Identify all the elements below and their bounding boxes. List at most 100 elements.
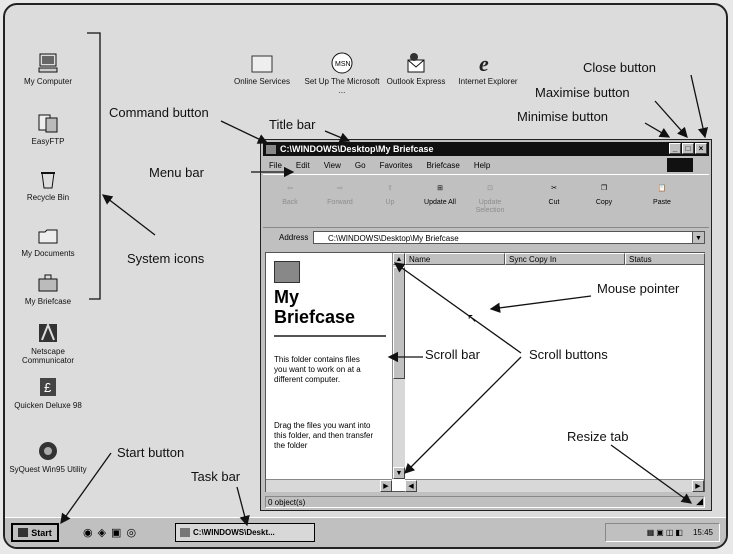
svg-text:£: £	[44, 380, 52, 395]
scroll-left-button[interactable]: ◀	[405, 480, 417, 492]
desktop-icon-my-briefcase[interactable]: My Briefcase	[7, 271, 89, 306]
close-button[interactable]: ×	[695, 143, 707, 154]
desktop-icon-setup-msn[interactable]: MSN Set Up The Microsoft ...	[303, 51, 381, 95]
msn-icon: MSN	[329, 51, 355, 75]
folder-icon	[180, 528, 190, 537]
svg-text:MSN: MSN	[335, 61, 351, 68]
task-bar: Start ◉◈▣◎ C:\WINDOWS\Deskt... ▦▣◫◧ 15:4…	[5, 517, 726, 547]
desktop-icon-label: Recycle Bin	[26, 193, 70, 202]
pane-horizontal-scroll-bar[interactable]: ▶	[266, 479, 392, 492]
annotation-system-icons: System icons	[127, 251, 205, 266]
desktop-icon-label: EasyFTP	[31, 137, 65, 146]
desktop-icon-online-services[interactable]: Online Services	[223, 51, 301, 86]
desktop-icon-label: My Documents	[21, 249, 75, 258]
mouse-pointer-icon: ↖	[467, 311, 478, 325]
vertical-scroll-bar[interactable]: ▲ ▼	[392, 253, 405, 479]
address-input[interactable]: C:\WINDOWS\Desktop\My Briefcase ▼	[313, 231, 705, 244]
recycle-bin-icon	[35, 167, 61, 191]
ftp-icon	[35, 111, 61, 135]
menu-go[interactable]: Go	[355, 161, 366, 170]
forward-button[interactable]: ⇨ Forward	[317, 181, 363, 207]
windows-logo-icon	[667, 158, 693, 172]
back-arrow-icon: ⇦	[287, 185, 293, 192]
copy-icon: ❐	[600, 185, 608, 192]
desktop-icon-label: My Briefcase	[24, 297, 72, 306]
annotation-title-bar: Title bar	[269, 117, 316, 132]
status-bar: 0 object(s) ◢	[265, 496, 705, 508]
address-label: Address	[279, 233, 309, 242]
desktop-icon-internet-explorer[interactable]: e Internet Explorer	[449, 51, 527, 86]
maximise-button[interactable]: □	[682, 143, 694, 154]
scroll-right-button[interactable]: ▶	[380, 480, 392, 492]
briefcase-icon	[274, 261, 300, 283]
annotation-menu-bar: Menu bar	[149, 165, 204, 180]
forward-arrow-icon: ⇨	[337, 185, 343, 192]
title-bar[interactable]: C:\WINDOWS\Desktop\My Briefcase _ □ ×	[263, 142, 709, 156]
windows-logo-icon	[18, 528, 29, 537]
cut-button[interactable]: ✂ Cut	[531, 181, 577, 207]
back-button[interactable]: ⇦ Back	[267, 181, 313, 207]
svg-text:e: e	[479, 52, 489, 74]
folder-icon	[35, 223, 61, 247]
info-pane: My Briefcase This folder contains files …	[266, 253, 392, 479]
column-header-status[interactable]: Status	[625, 253, 705, 265]
scroll-down-button[interactable]: ▼	[393, 467, 405, 479]
desktop-icon-my-documents[interactable]: My Documents	[7, 223, 89, 258]
desktop-icon-my-computer[interactable]: My Computer	[7, 51, 89, 86]
desktop-icon-label: Netscape Communicator	[21, 347, 74, 365]
toolbar: ⇦ Back ⇨ Forward ⇧ Up ⊞ Update All ⊡ Update S…	[263, 174, 709, 228]
annotation-close-button: Close button	[583, 60, 656, 75]
menu-help[interactable]: Help	[474, 161, 490, 170]
annotation-task-bar: Task bar	[191, 469, 241, 484]
desktop-icon-easyftp[interactable]: EasyFTP	[7, 111, 89, 146]
scroll-thumb[interactable]	[393, 267, 405, 379]
quicken-icon: £	[35, 375, 61, 399]
scroll-up-button[interactable]: ▲	[393, 253, 405, 265]
desktop-icon-outlook-express[interactable]: Outlook Express	[377, 51, 455, 86]
quick-launch-icons[interactable]: ◉◈▣◎	[83, 526, 141, 539]
pane-title-my: My	[274, 287, 300, 307]
tray-icons[interactable]: ▦▣◫◧	[647, 528, 685, 537]
column-header-sync-copy-in[interactable]: Sync Copy In	[505, 253, 625, 265]
briefcase-window[interactable]: C:\WINDOWS\Desktop\My Briefcase _ □ × Fi…	[260, 139, 712, 511]
update-all-button[interactable]: ⊞ Update All	[417, 181, 463, 207]
pane-divider	[274, 335, 386, 337]
scissors-icon: ✂	[551, 185, 557, 192]
desktop-icon-label: SyQuest Win95 Utility	[9, 465, 87, 474]
up-button[interactable]: ⇧ Up	[367, 181, 413, 207]
window-title: C:\WINDOWS\Desktop\My Briefcase	[280, 144, 434, 154]
command-button[interactable]	[266, 144, 276, 154]
annotation-maximise-button: Maximise button	[535, 85, 630, 100]
annotation-minimise-button: Minimise button	[517, 109, 609, 124]
annotation-resize-tab: Resize tab	[567, 429, 629, 444]
annotation-command-button: Command button	[109, 105, 209, 120]
desktop-icon-syquest[interactable]: SyQuest Win95 Utility	[7, 439, 89, 474]
column-header-name[interactable]: Name	[405, 253, 505, 265]
copy-button[interactable]: ❐ Copy	[581, 181, 627, 207]
status-text: 0 object(s)	[268, 498, 306, 507]
menu-view[interactable]: View	[324, 161, 341, 170]
menu-edit[interactable]: Edit	[296, 161, 310, 170]
clock: 15:45	[692, 528, 713, 537]
chevron-down-icon[interactable]: ▼	[692, 232, 704, 243]
desktop-icon-quicken[interactable]: £ Quicken Deluxe 98	[7, 375, 89, 410]
paste-button[interactable]: 📋 Paste	[639, 181, 685, 207]
menu-file[interactable]: File	[269, 161, 282, 170]
menu-briefcase[interactable]: Briefcase	[426, 161, 459, 170]
desktop-icon-label: My Computer	[23, 77, 72, 86]
desktop-icon-recycle-bin[interactable]: Recycle Bin	[7, 167, 89, 202]
menu-favorites[interactable]: Favorites	[380, 161, 413, 170]
update-selection-icon: ⊡	[487, 185, 493, 192]
minimise-button[interactable]: _	[669, 143, 681, 154]
resize-tab-icon[interactable]: ◢	[696, 496, 703, 507]
horizontal-scroll-bar[interactable]: ◀ ▶	[405, 479, 704, 492]
scroll-right-button[interactable]: ▶	[692, 480, 704, 492]
briefcase-icon	[35, 271, 61, 295]
desktop-icon-label: Online Services	[233, 77, 291, 86]
desktop-icon-label: Outlook Express	[386, 77, 446, 86]
taskbar-button-briefcase[interactable]: C:\WINDOWS\Deskt...	[175, 523, 315, 542]
update-selection-button[interactable]: ⊡ Update Selection	[467, 181, 513, 215]
start-button[interactable]: Start	[11, 523, 59, 542]
netscape-icon	[35, 321, 61, 345]
desktop-icon-netscape[interactable]: Netscape Communicator	[7, 321, 89, 365]
